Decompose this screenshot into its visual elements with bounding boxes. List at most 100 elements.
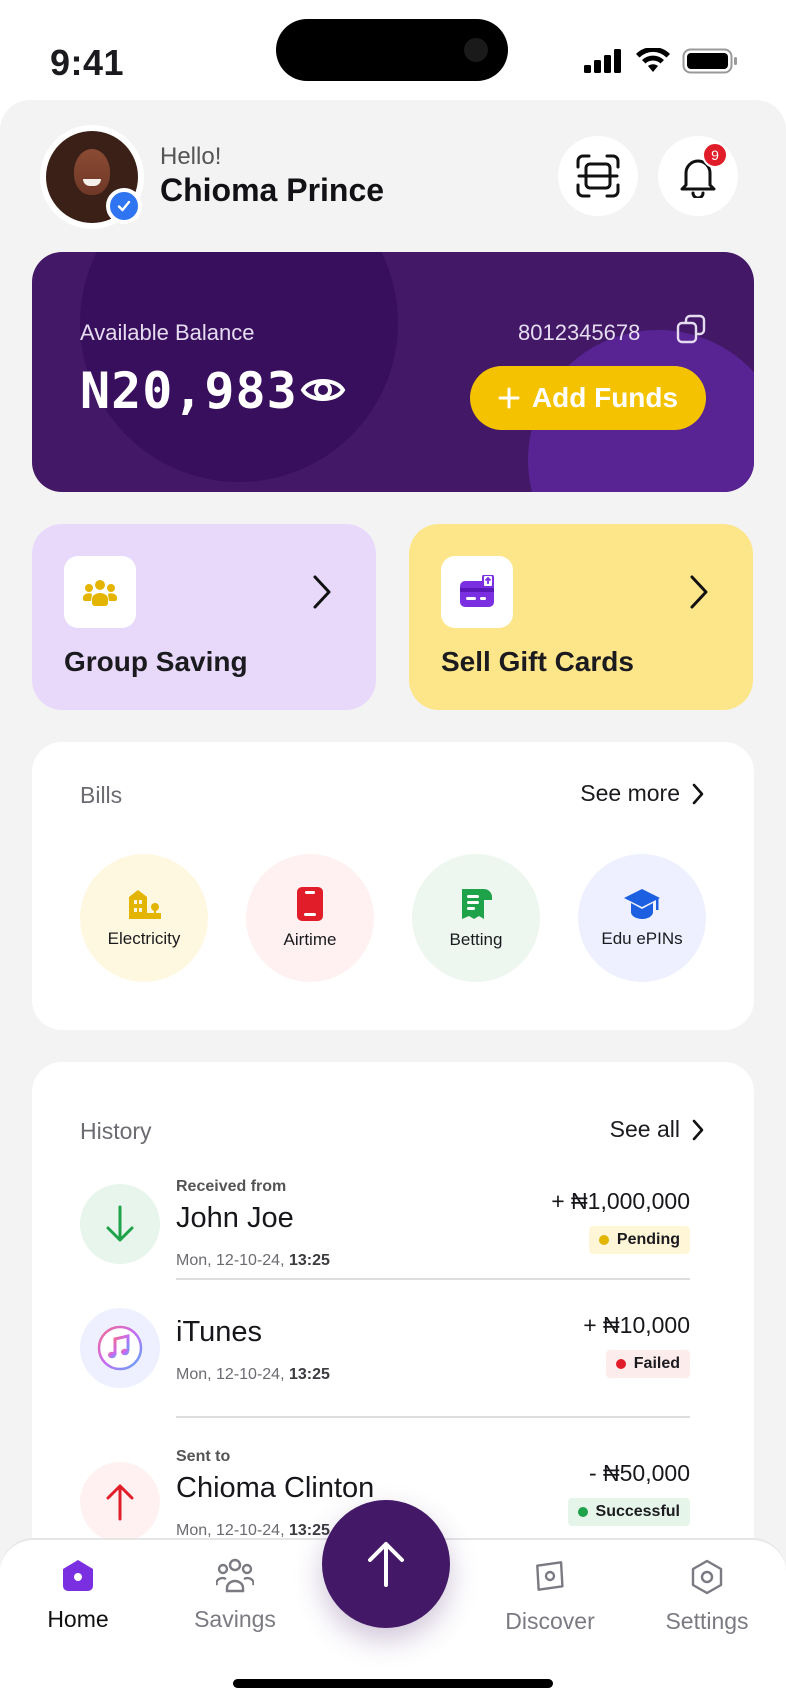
transaction-row[interactable]: Received from John Joe Mon, 12-10-24, 13… — [32, 1172, 754, 1302]
home-icon — [63, 1560, 93, 1591]
see-more-link[interactable]: See more — [580, 780, 704, 807]
bill-airtime[interactable]: Airtime — [246, 854, 374, 982]
status-badge: Pending — [588, 1226, 690, 1254]
dynamic-island — [276, 19, 508, 81]
nav-savings[interactable]: Savings — [175, 1558, 295, 1633]
graduation-cap-icon — [624, 889, 660, 919]
bills-card: Bills See more Electricity Airtime Betti… — [32, 742, 754, 1030]
transaction-date: Mon, 12-10-24, 13:25 — [176, 1252, 330, 1269]
transaction-type: Sent to — [176, 1448, 231, 1465]
see-more-label: See more — [580, 780, 680, 806]
bill-label: Edu ePINs — [601, 929, 683, 948]
nav-label: Discover — [505, 1608, 595, 1634]
chevron-right-icon — [692, 783, 704, 804]
group-icon-box — [64, 556, 136, 628]
user-name: Chioma Prince — [160, 172, 385, 208]
gift-card-icon — [460, 575, 494, 607]
account-number: 8012345678 — [518, 320, 641, 345]
add-funds-button[interactable]: Add Funds — [470, 366, 706, 430]
group-saving-label: Group Saving — [64, 646, 248, 677]
bill-edu-epins[interactable]: Edu ePINs — [578, 854, 706, 982]
transaction-amount: - ₦50,000 — [588, 1460, 690, 1486]
see-all-link[interactable]: See all — [610, 1116, 704, 1143]
avatar-face — [74, 149, 110, 195]
nav-discover[interactable]: Discover — [490, 1558, 610, 1635]
notification-count-badge: 9 — [702, 142, 728, 168]
transaction-name: iTunes — [176, 1316, 262, 1348]
signal-icon — [584, 49, 621, 73]
group-saving-card[interactable]: Group Saving — [32, 524, 376, 710]
status-dot — [615, 1359, 626, 1369]
status-badge: Failed — [605, 1350, 690, 1378]
verified-icon — [106, 188, 142, 224]
screen: 9:41 Hello! Chioma Prince 9 Available Ba… — [0, 0, 786, 1704]
bill-label: Electricity — [107, 929, 181, 948]
scan-button[interactable] — [558, 136, 638, 216]
transaction-row[interactable]: iTunes Mon, 12-10-24, 13:25 + ₦10,000 Fa… — [32, 1296, 754, 1426]
transaction-amount: + ₦1,000,000 — [551, 1188, 690, 1214]
chevron-right-icon — [692, 1119, 704, 1140]
status-label: Failed — [633, 1355, 680, 1372]
bill-label: Betting — [449, 930, 503, 949]
settings-icon — [691, 1559, 723, 1595]
gift-card-icon-box — [441, 556, 513, 628]
received-icon-wrap — [80, 1184, 160, 1264]
discover-icon — [536, 1561, 564, 1591]
bill-label: Airtime — [283, 930, 337, 949]
status-bar: 9:41 — [0, 0, 786, 100]
balance-amount: N20,983 — [80, 362, 298, 420]
status-dot — [577, 1507, 588, 1517]
itunes-icon-wrap — [80, 1308, 160, 1388]
divider — [176, 1278, 690, 1280]
home-indicator — [233, 1679, 553, 1688]
sent-icon-wrap — [80, 1462, 160, 1542]
scan-icon — [576, 154, 620, 198]
nav-label: Settings — [665, 1608, 749, 1634]
status-dot — [598, 1235, 609, 1245]
nav-label: Savings — [194, 1606, 276, 1632]
status-icons — [584, 48, 738, 74]
balance-card: Available Balance N20,983 8012345678 Add… — [32, 252, 754, 492]
history-title: History — [80, 1118, 152, 1144]
profile-avatar[interactable] — [40, 125, 144, 229]
electricity-icon — [129, 890, 161, 919]
chevron-right-icon — [313, 575, 331, 609]
see-all-label: See all — [609, 1116, 680, 1142]
group-icon — [83, 580, 117, 606]
itunes-icon — [97, 1325, 143, 1371]
bills-title: Bills — [80, 782, 123, 808]
transaction-name: John Joe — [176, 1202, 294, 1234]
notifications-button[interactable]: 9 — [658, 136, 738, 216]
plus-icon — [498, 387, 520, 409]
status-label: Pending — [616, 1231, 680, 1248]
transaction-type: Received from — [176, 1178, 287, 1195]
sell-gift-cards-card[interactable]: Sell Gift Cards — [409, 524, 753, 710]
bill-electricity[interactable]: Electricity — [80, 854, 208, 982]
status-time: 9:41 — [50, 42, 125, 83]
add-funds-label: Add Funds — [531, 382, 679, 413]
chevron-right-icon — [690, 575, 708, 609]
status-badge: Successful — [567, 1498, 690, 1526]
arrow-down-icon — [106, 1205, 134, 1242]
transaction-name: Chioma Clinton — [176, 1472, 375, 1504]
send-arrow-up-icon — [368, 1542, 404, 1587]
eye-icon[interactable] — [300, 370, 346, 410]
greeting: Hello! — [160, 143, 222, 170]
copy-icon[interactable] — [676, 314, 706, 344]
bill-betting[interactable]: Betting — [412, 854, 540, 982]
nav-home[interactable]: Home — [18, 1558, 138, 1633]
arrow-up-icon — [106, 1484, 134, 1521]
send-fab-button[interactable] — [322, 1500, 450, 1628]
phone-icon — [297, 887, 323, 921]
camera-icon — [464, 38, 488, 62]
betting-ticket-icon — [462, 889, 492, 919]
savings-icon — [216, 1558, 254, 1593]
status-label: Successful — [595, 1503, 680, 1520]
sell-gift-cards-label: Sell Gift Cards — [441, 646, 634, 677]
wifi-icon — [636, 48, 670, 72]
nav-label: Home — [47, 1606, 109, 1632]
balance-label: Available Balance — [80, 320, 255, 345]
divider — [176, 1416, 690, 1418]
transaction-date: Mon, 12-10-24, 13:25 — [176, 1366, 330, 1383]
nav-settings[interactable]: Settings — [647, 1558, 767, 1635]
